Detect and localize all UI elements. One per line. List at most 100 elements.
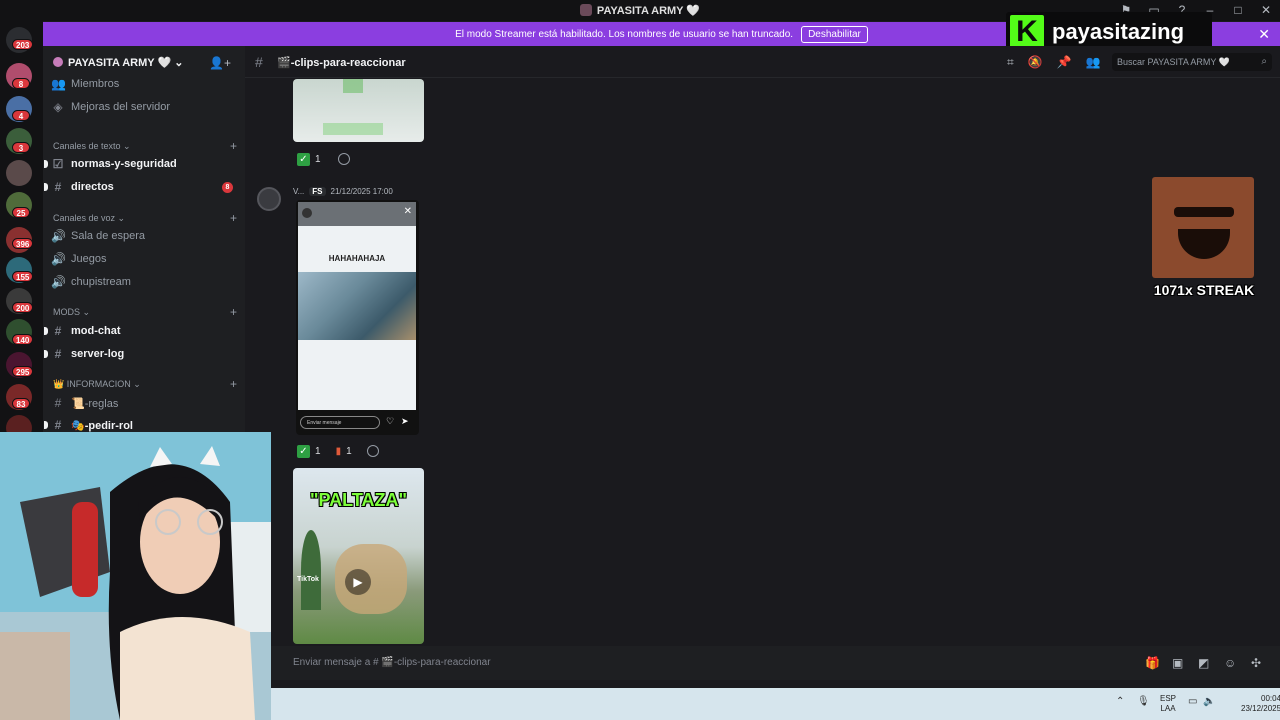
story-avatar xyxy=(302,208,312,218)
channel-normas-y-seguridad[interactable]: ☑ normas-y-seguridad xyxy=(44,154,239,174)
send-icon: ➤ xyxy=(401,416,409,426)
maximize-button[interactable]: □ xyxy=(1230,2,1246,18)
server-icon[interactable] xyxy=(6,160,32,186)
channel-header: # 🎬-clips-para-reaccionar ⌗ 🔕 📌 👥 Buscar… xyxy=(245,46,1280,78)
message-timestamp: 21/12/2025 17:00 xyxy=(330,187,393,196)
unread-indicator xyxy=(44,160,48,168)
channel-mod-chat[interactable]: # mod-chat xyxy=(44,321,239,341)
streak-overlay: 1071x STREAK xyxy=(1148,177,1260,298)
sidebar-item-boosts[interactable]: ◈ Mejoras del servidor xyxy=(51,97,239,117)
tiktok-watermark: TikTok xyxy=(297,576,319,583)
rail-badge: 25 xyxy=(12,207,30,218)
chevron-up-icon[interactable]: ⌃ xyxy=(1116,696,1124,707)
add-channel-icon[interactable]: + xyxy=(230,377,237,391)
mute-bell-icon[interactable]: 🔕 xyxy=(1028,55,1043,70)
rail-badge: 3 xyxy=(12,142,30,153)
apps-icon[interactable]: ✣ xyxy=(1251,656,1261,670)
video-attachment[interactable]: "PALTAZA" ▶ TikTok xyxy=(293,468,424,644)
network-icon[interactable]: ▭ xyxy=(1188,696,1197,707)
members-icon: 👥 xyxy=(51,77,66,91)
add-reaction-icon[interactable] xyxy=(366,445,379,457)
message-input[interactable]: Enviar mensaje a # 🎬-clips-para-reaccion… xyxy=(293,657,491,668)
system-clock[interactable]: 00:04 23/12/2025 xyxy=(1241,694,1280,714)
rail-badge: 200 xyxy=(12,302,34,313)
play-icon[interactable]: ▶ xyxy=(345,569,371,595)
check-emoji-icon[interactable]: ✓ xyxy=(297,444,310,458)
message-composer[interactable]: Enviar mensaje a # 🎬-clips-para-reaccion… xyxy=(271,646,1280,680)
meme-face-image xyxy=(1152,177,1254,278)
kick-channel-name: payasitazing xyxy=(1052,19,1185,44)
disable-streamer-button[interactable]: Deshabilitar xyxy=(801,25,868,43)
sidebar-item-members[interactable]: 👥 Miembros xyxy=(51,74,239,94)
webcam-overlay xyxy=(0,432,271,720)
rail-badge: 83 xyxy=(12,398,30,409)
category-voice-channels[interactable]: Canales de voz ⌄ + xyxy=(53,211,237,225)
fire-extinguisher-emoji-icon[interactable]: ▮ xyxy=(336,446,342,457)
search-icon: ⌕ xyxy=(1261,56,1267,67)
hash-icon: # xyxy=(54,347,62,361)
unread-indicator xyxy=(44,421,48,429)
rail-badge: 295 xyxy=(12,366,34,377)
heart-icon: ♡ xyxy=(386,416,395,426)
channel-directos[interactable]: # directos 8 xyxy=(44,177,239,197)
voice-channel-sala-de-espera[interactable]: 🔊 Sala de espera xyxy=(51,226,239,246)
story-screenshot-attachment[interactable]: ✕ HAHAHAHAJA Enviar mensaje ♡ ➤ xyxy=(296,200,419,435)
mention-badge: 8 xyxy=(222,181,233,193)
kick-logo-icon: K xyxy=(1010,15,1044,49)
member-list-icon[interactable]: 👥 xyxy=(1086,55,1101,70)
unread-indicator xyxy=(44,183,48,191)
author-name[interactable]: V... xyxy=(293,187,304,196)
channel-sidebar: PAYASITA ARMY 🤍 ⌄ 👤+ 👥 Miembros ◈ Mejoras … xyxy=(43,46,245,432)
image-attachment[interactable] xyxy=(293,79,424,142)
gif-icon[interactable]: ▣ xyxy=(1172,656,1183,670)
threads-icon[interactable]: ⌗ xyxy=(1007,55,1014,70)
windows-taskbar: ⌃ 🎙 ESP LAA ▭ 🔈 00:04 23/12/2025 xyxy=(271,688,1280,720)
channel-reglas[interactable]: # 📜-reglas xyxy=(51,393,239,413)
boost-icon: ◈ xyxy=(53,100,63,114)
category-text-channels[interactable]: Canales de texto ⌄ + xyxy=(53,139,237,153)
category-mods[interactable]: MODS ⌄ + xyxy=(53,305,237,319)
rules-channel-icon: ☑ xyxy=(52,157,64,171)
message-header: V... FS 21/12/2025 17:00 xyxy=(293,187,393,196)
banner-text: El modo Streamer está habilitado. Los no… xyxy=(455,28,794,40)
microphone-icon[interactable]: 🎙 xyxy=(1137,696,1150,707)
add-channel-icon[interactable]: + xyxy=(230,139,237,153)
add-channel-icon[interactable]: + xyxy=(230,211,237,225)
language-indicator[interactable]: ESP LAA xyxy=(1160,694,1176,714)
server-icon xyxy=(579,4,592,16)
rail-badge: 4 xyxy=(12,110,30,121)
story-reply-input: Enviar mensaje xyxy=(300,416,380,429)
gift-icon[interactable]: 🎁 xyxy=(1145,656,1160,670)
server-name-dropdown[interactable]: PAYASITA ARMY 🤍 ⌄ xyxy=(53,56,183,69)
hash-icon: # xyxy=(255,54,263,70)
invite-people-icon[interactable]: 👤+ xyxy=(209,56,231,70)
server-icon xyxy=(53,57,63,67)
pin-icon[interactable]: 📌 xyxy=(1057,55,1072,70)
story-photo xyxy=(298,272,416,340)
category-informacion[interactable]: 👑 INFORMACION ⌄ + xyxy=(53,377,237,391)
rail-badge: 396 xyxy=(12,238,34,249)
unread-indicator xyxy=(44,350,48,358)
palm-tree-shape xyxy=(301,530,321,610)
channel-server-log[interactable]: # server-log xyxy=(44,344,239,364)
hash-icon: # xyxy=(54,418,62,432)
channel-title: 🎬-clips-para-reaccionar xyxy=(277,57,406,69)
sticker-icon[interactable]: ◩ xyxy=(1198,656,1209,670)
close-icon: ✕ xyxy=(403,206,412,217)
voice-channel-chupistream[interactable]: 🔊 chupistream xyxy=(51,272,239,292)
close-window-button[interactable]: ✕ xyxy=(1258,2,1274,18)
add-channel-icon[interactable]: + xyxy=(230,305,237,319)
avatar[interactable] xyxy=(257,187,281,211)
emoji-icon[interactable]: ☺ xyxy=(1224,656,1236,670)
author-tag: FS xyxy=(309,187,326,196)
rail-badge: 203 xyxy=(12,39,34,50)
clip-title: "PALTAZA" xyxy=(309,490,408,510)
close-icon[interactable]: ✕ xyxy=(1258,26,1270,43)
unread-indicator xyxy=(44,327,48,335)
search-input[interactable]: Buscar PAYASITA ARMY 🤍 ⌕ xyxy=(1112,53,1272,71)
voice-channel-juegos[interactable]: 🔊 Juegos xyxy=(51,249,239,269)
volume-icon[interactable]: 🔈 xyxy=(1203,696,1215,707)
add-reaction-icon[interactable] xyxy=(337,153,350,165)
reaction-check[interactable]: ✓ 1 xyxy=(297,151,350,167)
reaction-row: ✓ 1 ▮ 1 xyxy=(297,443,379,459)
